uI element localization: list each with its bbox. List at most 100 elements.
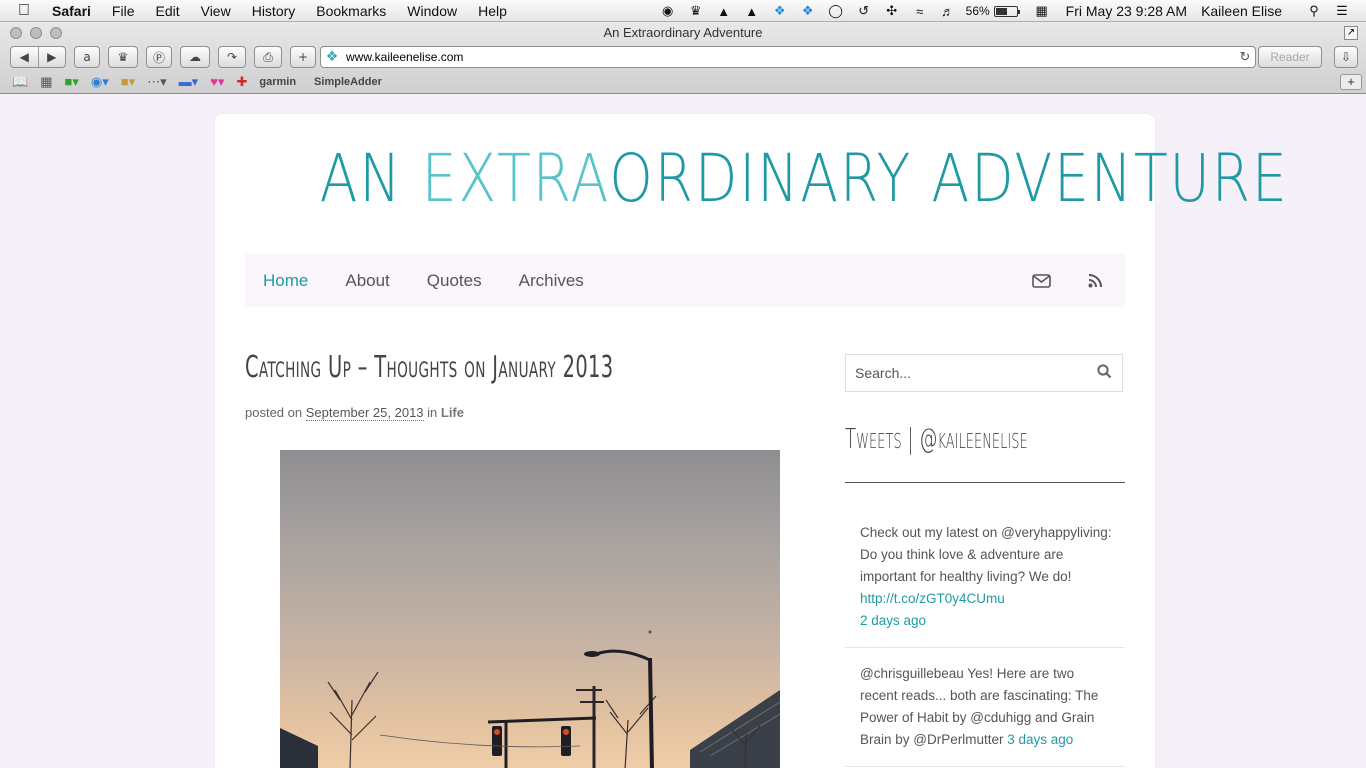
distant-bird [648, 630, 652, 634]
post-featured-image [280, 450, 780, 768]
post-meta-in: in [423, 405, 441, 420]
bookmark-garmin[interactable]: garmin [259, 76, 296, 88]
social-icons [1031, 254, 1125, 307]
battery-fill [995, 7, 1007, 15]
menu-history[interactable]: History [252, 3, 296, 19]
navigation-toolbar: ◀ ▶ a ♛ Ⓟ ☁ ↷ ⎙ + ❖ www.kaileenelise.com… [0, 46, 1366, 70]
new-tab-button[interactable]: + [1340, 74, 1362, 90]
post-meta: posted on September 25, 2013 in Life [245, 405, 464, 421]
bookmark-folder-chat-icon[interactable]: ⋯▾ [147, 74, 167, 90]
rss-icon[interactable] [1085, 271, 1105, 291]
menubar-status-area: ◉ ♛ ▲ ▲ ❖ ❖ ◯ ↺ ✣ ≈ ♬ 56% ▦ Fri May 23 9… [654, 0, 1366, 22]
share-button[interactable]: ↷ [218, 46, 246, 68]
site-title[interactable]: AN EXTRAORDINARY ADVENTURE [319, 140, 1287, 217]
battery-percent: 56% [965, 4, 990, 18]
tweet-item: @chrisguillebeau Yes! Here are two recen… [845, 663, 1125, 751]
mac-menubar:  Safari File Edit View History Bookmark… [0, 0, 1366, 22]
bluetooth-icon[interactable]: ✣ [884, 3, 900, 19]
menu-app-safari[interactable]: Safari [52, 3, 91, 19]
tweets-widget-title: Tweets | @kaileenelise [845, 422, 1028, 455]
menu-window[interactable]: Window [407, 3, 457, 19]
bookmark-folder-globe-icon[interactable]: ◉▾ [91, 74, 109, 90]
search-input[interactable] [846, 365, 1086, 381]
bookmark-folder-heart-icon[interactable]: ♥▾ [210, 74, 224, 90]
time-machine-icon[interactable]: ↺ [856, 3, 872, 19]
notification-center-icon[interactable]: ☰ [1334, 3, 1350, 19]
blog-page: AN EXTRAORDINARY ADVENTURE Home About Qu… [215, 114, 1287, 768]
cloud-extension-button[interactable]: ☁ [180, 46, 210, 68]
site-title-part-2: EXTRA [421, 140, 610, 217]
left-building [280, 728, 318, 768]
nav-quotes[interactable]: Quotes [427, 271, 482, 291]
back-button[interactable]: ◀ [11, 47, 38, 67]
tweet-time[interactable]: 2 days ago [860, 613, 926, 628]
site-favicon-icon: ❖ [325, 49, 339, 65]
post-date-link[interactable]: September 25, 2013 [305, 405, 424, 421]
menubar-clock[interactable]: Fri May 23 9:28 AM [1066, 3, 1187, 19]
main-navigation: Home About Quotes Archives [245, 254, 1125, 307]
menu-help[interactable]: Help [478, 3, 507, 19]
back-forward-buttons: ◀ ▶ [10, 46, 66, 68]
top-sites-icon[interactable]: ▦ [40, 74, 52, 90]
reload-icon[interactable]: ↻ [1235, 50, 1255, 65]
tweet-divider [845, 766, 1125, 767]
volume-icon[interactable]: ♬ [940, 3, 956, 19]
menubar-user[interactable]: Kaileen Elise [1201, 3, 1282, 19]
reader-button[interactable]: Reader [1258, 46, 1322, 68]
tweet-divider [845, 647, 1125, 648]
add-bookmark-button[interactable]: + [290, 46, 316, 68]
address-bar[interactable]: ❖ www.kaileenelise.com ↻ [320, 46, 1256, 68]
bookmarks-bar: 📖 ▦ ■▾ ◉▾ ■▾ ⋯▾ ▬▾ ♥▾ ✚ garmin SimpleAdd… [0, 72, 1366, 92]
calendar-icon[interactable]: ▦ [1034, 3, 1050, 19]
reading-list-icon[interactable]: 📖 [12, 74, 28, 90]
battery-icon[interactable] [993, 5, 1020, 17]
menu-file[interactable]: File [112, 3, 135, 19]
nav-about[interactable]: About [345, 271, 389, 291]
url-text[interactable]: www.kaileenelise.com [346, 50, 1235, 64]
post-category-link[interactable]: Life [441, 405, 464, 420]
email-icon[interactable] [1031, 271, 1051, 291]
apple-menu-icon[interactable]:  [18, 2, 38, 20]
bookmark-folder-screen-icon[interactable]: ▬▾ [179, 74, 199, 90]
safari-toolbar: An Extraordinary Adventure ↗ ◀ ▶ a ♛ Ⓟ ☁… [0, 22, 1366, 94]
amazon-extension-button[interactable]: a [74, 46, 100, 68]
chrome-icon[interactable]: ◉ [660, 3, 676, 19]
fullscreen-button[interactable]: ↗ [1344, 26, 1358, 40]
search-icon[interactable] [1086, 363, 1122, 383]
bookmark-folder-green-icon[interactable]: ■▾ [64, 74, 78, 90]
pinterest-extension-button[interactable]: Ⓟ [146, 46, 172, 68]
power-line [379, 734, 581, 748]
triangle-icon[interactable]: ▲ [744, 3, 760, 19]
nav-home[interactable]: Home [263, 271, 308, 291]
street-scene-illustration [280, 630, 780, 768]
forward-button[interactable]: ▶ [37, 47, 66, 67]
pin-bookmark-icon[interactable]: ✚ [236, 74, 247, 90]
tweet-text: Check out my latest on @veryhappyliving:… [860, 525, 1112, 584]
downloads-button[interactable]: ⇩ [1334, 46, 1358, 68]
evernote-icon[interactable]: ♛ [688, 3, 704, 19]
bookmark-simpleadder[interactable]: SimpleAdder [314, 76, 382, 88]
tweet-link[interactable]: http://t.co/zGT0y4CUmu [860, 591, 1005, 606]
tweet-item: Check out my latest on @veryhappyliving:… [845, 522, 1125, 632]
hat-icon[interactable]: ▲ [716, 3, 732, 19]
wifi-icon[interactable]: ≈ [912, 3, 928, 19]
menu-edit[interactable]: Edit [155, 3, 179, 19]
nav-archives[interactable]: Archives [519, 271, 584, 291]
right-building [690, 690, 780, 768]
chat-bubble-icon[interactable]: ◯ [828, 3, 844, 19]
twitter-icon[interactable]: ❖ [772, 3, 788, 19]
print-button[interactable]: ⎙ [254, 46, 282, 68]
site-title-part-3: ORDINARY ADVENTURE [609, 140, 1289, 217]
tweet-time[interactable]: 3 days ago [1007, 732, 1073, 747]
widget-divider [845, 482, 1125, 483]
bookmark-folder-icon[interactable]: ■▾ [121, 74, 135, 90]
site-title-part-1: AN [319, 140, 422, 217]
evernote-extension-button[interactable]: ♛ [108, 46, 138, 68]
post-title[interactable]: Catching Up – Thoughts on January 2013 [245, 350, 613, 385]
traffic-signal [487, 716, 597, 768]
sidebar-search [845, 354, 1123, 392]
dropbox-icon[interactable]: ❖ [800, 3, 816, 19]
spotlight-search-icon[interactable]: ⚲ [1306, 3, 1322, 19]
menu-bookmarks[interactable]: Bookmarks [316, 3, 386, 19]
menu-view[interactable]: View [201, 3, 231, 19]
